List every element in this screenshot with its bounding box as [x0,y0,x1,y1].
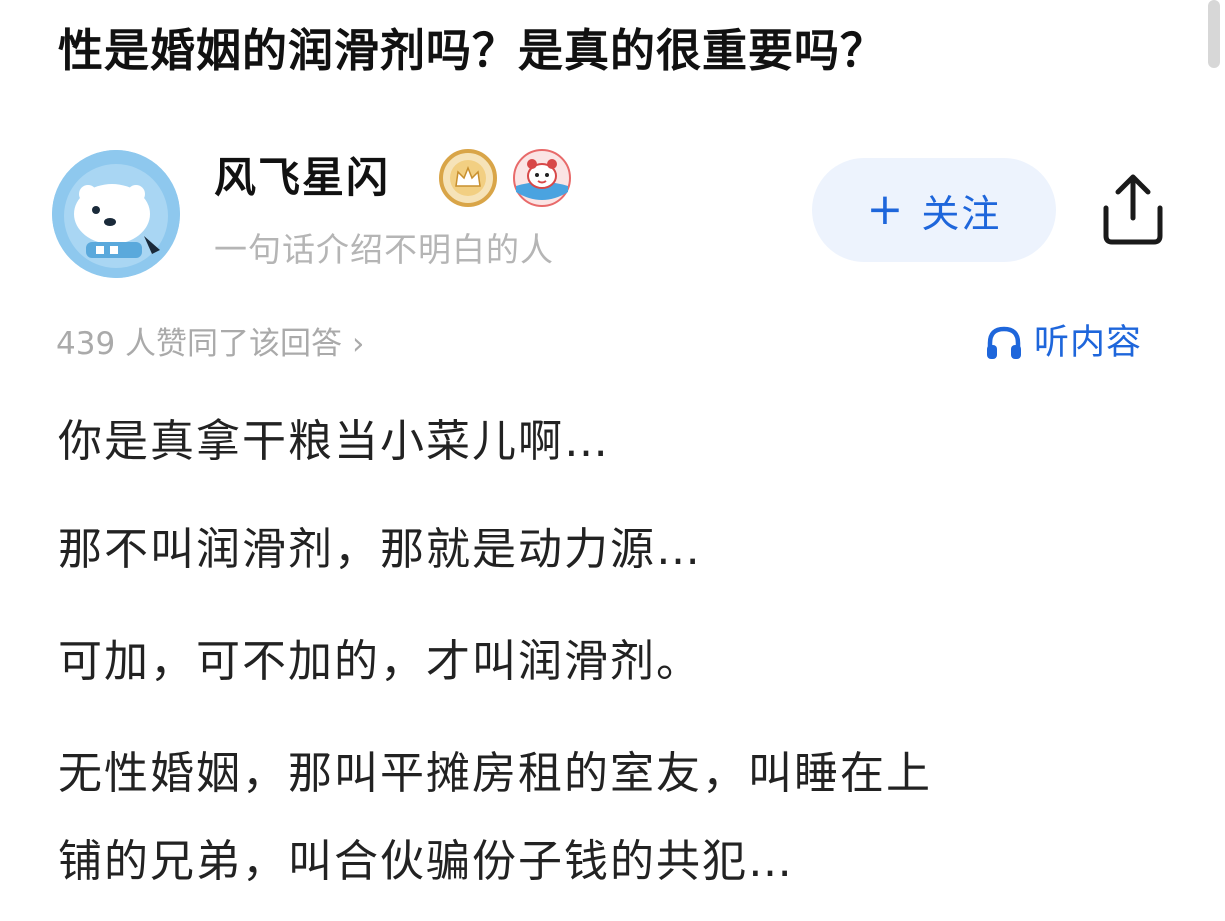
share-arrow-icon [1103,174,1163,245]
answer-page: 性是婚姻的润滑剂吗？是真的很重要吗？ 风飞星闪 一句话介绍不明白的人 + 关注 … [0,0,1225,921]
answer-paragraph: 你是真拿干粮当小菜儿啊… [58,416,610,467]
listen-button[interactable]: 听内容 [984,318,1142,368]
crown-badge-graphic [439,149,497,207]
answer-paragraph: 无性婚姻，那叫平摊房租的室友，叫睡在上 [58,748,932,799]
crown-badge-icon[interactable] [438,148,498,208]
share-icon[interactable] [1098,172,1168,248]
follow-button[interactable]: + 关注 [812,158,1056,262]
plus-icon: + [866,184,906,235]
answer-paragraph: 那不叫润滑剂，那就是动力源… [58,524,702,575]
listen-label: 听内容 [1034,323,1143,363]
author-bio: 一句话介绍不明白的人 [214,230,554,269]
scrollbar-thumb[interactable] [1208,0,1220,68]
pet-badge-icon[interactable] [512,148,572,208]
pet-badge-graphic [513,149,571,207]
answer-paragraph: 铺的兄弟，叫合伙骗份子钱的共犯… [58,836,794,887]
author-avatar[interactable] [52,150,180,278]
follow-label: 关注 [921,191,1002,236]
chevron-right-icon: › [352,326,365,362]
author-name[interactable]: 风飞星闪 [214,150,390,206]
question-title[interactable]: 性是婚姻的润滑剂吗？是真的很重要吗？ [58,18,1188,84]
vote-count-text: 439 人赞同了该回答 [56,326,343,362]
polar-bear-avatar-icon [52,150,180,278]
answer-paragraph: 可加，可不加的，才叫润滑剂。 [58,636,702,687]
vote-count-link[interactable]: 439 人赞同了该回答 › [56,320,364,368]
headphones-icon [987,326,1021,359]
